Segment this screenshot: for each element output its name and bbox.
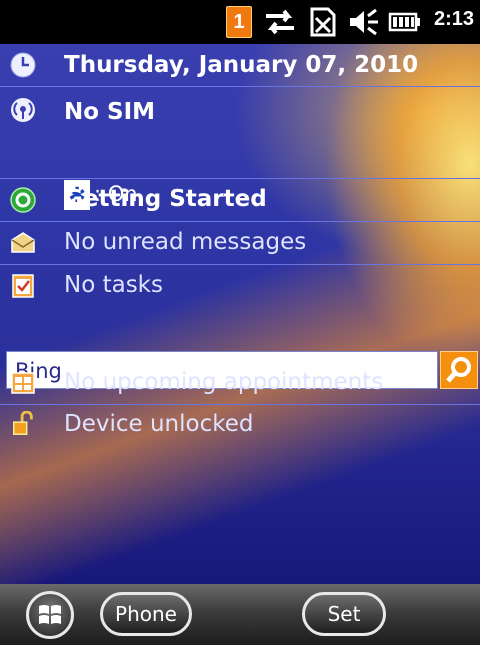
envelope-icon bbox=[11, 232, 35, 253]
getting-started-icon bbox=[10, 187, 36, 213]
getting-started-row[interactable]: Getting Started bbox=[0, 179, 480, 221]
device-lock-row[interactable]: Device unlocked bbox=[0, 405, 480, 447]
today-screen: 1 2:13 Thursday, January 07, 2010 No SIM… bbox=[0, 0, 480, 645]
tasks-row[interactable]: No tasks bbox=[0, 265, 480, 307]
carrier-label: No SIM bbox=[64, 99, 156, 125]
device-lock-label: Device unlocked bbox=[64, 411, 254, 437]
speaker-muted-icon[interactable] bbox=[346, 6, 380, 38]
no-sim-icon[interactable] bbox=[306, 6, 340, 38]
clock[interactable]: 2:13 bbox=[434, 8, 474, 31]
windows-logo-icon bbox=[39, 605, 61, 624]
getting-started-label: Getting Started bbox=[64, 186, 267, 212]
carrier-row[interactable]: No SIM bbox=[0, 87, 480, 177]
messages-row[interactable]: No unread messages bbox=[0, 222, 480, 264]
tasks-icon bbox=[12, 274, 34, 298]
sync-arrows-icon[interactable] bbox=[262, 6, 298, 38]
start-button[interactable] bbox=[26, 591, 74, 639]
unlocked-padlock-icon bbox=[13, 411, 33, 435]
date-row[interactable]: Thursday, January 07, 2010 bbox=[0, 44, 480, 86]
clock-icon bbox=[10, 52, 36, 78]
date-label: Thursday, January 07, 2010 bbox=[64, 52, 419, 78]
appointments-row[interactable]: No upcoming appointments bbox=[0, 362, 480, 404]
calendar-icon bbox=[11, 372, 35, 394]
today-panel: Thursday, January 07, 2010 No SIM ✱: On … bbox=[0, 44, 480, 628]
appointments-label: No upcoming appointments bbox=[64, 369, 384, 395]
set-softkey[interactable]: Set bbox=[302, 592, 386, 636]
status-bar: 1 2:13 bbox=[0, 0, 480, 44]
notification-badge[interactable]: 1 bbox=[226, 6, 252, 38]
wireless-signal-icon bbox=[11, 98, 35, 122]
messages-label: No unread messages bbox=[64, 229, 307, 255]
battery-icon[interactable] bbox=[386, 6, 422, 38]
tasks-label: No tasks bbox=[64, 272, 163, 298]
phone-softkey[interactable]: Phone bbox=[100, 592, 192, 636]
